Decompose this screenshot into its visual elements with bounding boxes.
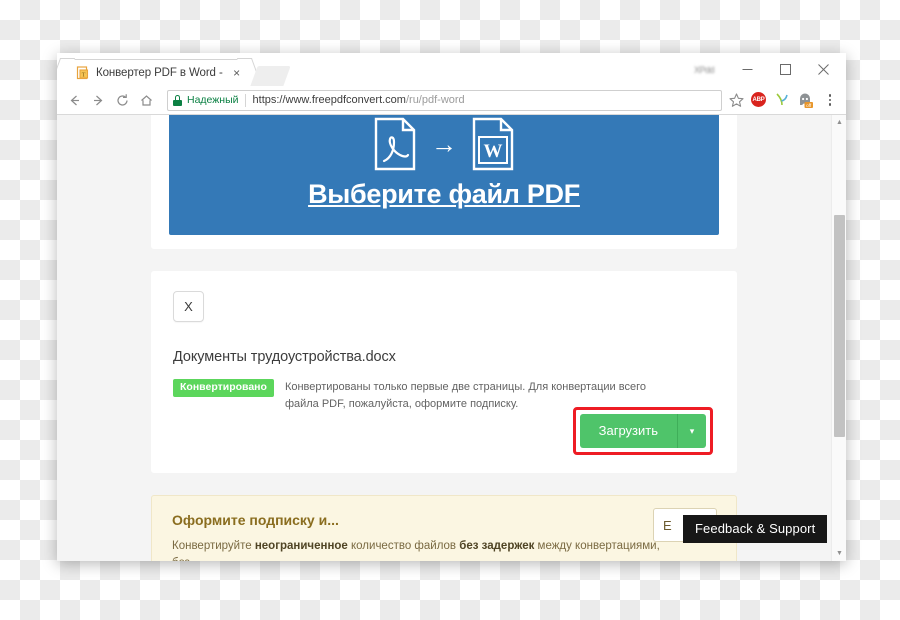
maximize-icon[interactable] — [766, 56, 804, 83]
browser-tab[interactable]: T Конвертер PDF в Word - × — [62, 59, 250, 86]
ghostery-icon[interactable]: off — [797, 92, 813, 108]
promo-description: Конвертируйте неограниченное количество … — [172, 538, 672, 561]
arrow-right-icon: → — [431, 129, 457, 159]
address-bar[interactable]: Надежный https://www.freepdfconvert.com/… — [167, 89, 722, 111]
download-highlight-box: Загрузить ▾ — [572, 407, 713, 455]
pdf-document-icon: T — [76, 66, 90, 80]
promo-text-part1: Конвертируйте — [172, 540, 255, 552]
translate-icon[interactable] — [774, 92, 790, 108]
feedback-support-tooltip[interactable]: Feedback & Support — [683, 515, 828, 543]
tab-close-icon[interactable]: × — [230, 66, 244, 80]
lock-icon — [173, 94, 182, 106]
forward-icon[interactable] — [87, 89, 110, 112]
download-button-group: Загрузить ▾ — [579, 414, 706, 448]
url-text: https://www.freepdfconvert.com/ru/pdf-wo… — [253, 94, 465, 106]
page-viewport: → W Выберите файл PDF X Документы трудоу… — [57, 115, 846, 561]
window-controls: XPdd — [694, 53, 846, 86]
format-conversion-icons: → W — [373, 117, 515, 171]
promo-title: Оформите подписку и... — [172, 512, 339, 528]
browser-window: T Конвертер PDF в Word - × XPdd Надежный… — [57, 53, 846, 561]
tab-title: Конвертер PDF в Word - — [96, 67, 223, 79]
word-file-icon: W — [471, 117, 515, 171]
web-page-content: → W Выберите файл PDF X Документы трудоу… — [57, 115, 831, 561]
url-host: https://www.freepdfconvert.com — [252, 94, 406, 106]
star-icon[interactable] — [728, 92, 745, 109]
svg-text:off: off — [806, 103, 812, 108]
subscription-promo-card: Оформите подписку и... Конвертируйте нео… — [151, 495, 737, 561]
scroll-up-arrow-icon[interactable]: ▲ — [832, 115, 846, 130]
file-name-label: Документы трудоустройства.docx — [173, 349, 396, 365]
back-icon[interactable] — [63, 89, 86, 112]
browser-titlebar: T Конвертер PDF в Word - × XPdd — [57, 53, 846, 86]
browser-toolbar: Надежный https://www.freepdfconvert.com/… — [57, 86, 846, 115]
pdf-file-icon — [373, 117, 417, 171]
promo-text-bold1: неограниченное — [254, 540, 348, 552]
remove-file-button[interactable]: X — [173, 291, 204, 322]
download-dropdown-caret-icon[interactable]: ▾ — [678, 414, 706, 448]
extension-icons: ABP off — [751, 91, 840, 109]
scrollbar-thumb[interactable] — [834, 215, 845, 437]
omnibox-separator — [244, 93, 246, 107]
blurred-watermark-label: XPdd — [693, 64, 715, 75]
adblock-plus-icon[interactable]: ABP — [751, 92, 767, 108]
select-file-banner[interactable]: → W Выберите файл PDF — [169, 115, 719, 235]
converted-file-card: X Документы трудоустройства.docx Конверт… — [151, 271, 737, 473]
home-icon[interactable] — [135, 89, 158, 112]
adblock-plus-label: ABP — [751, 92, 766, 107]
page-scrollbar[interactable]: ▲ ▼ — [831, 115, 846, 561]
url-path: /ru/pdf-word — [405, 94, 465, 106]
content-column: → W Выберите файл PDF X Документы трудоу… — [151, 115, 737, 561]
reload-icon[interactable] — [111, 89, 134, 112]
close-icon[interactable] — [804, 56, 842, 83]
three-dots-menu-icon[interactable] — [822, 91, 838, 109]
svg-text:W: W — [484, 141, 503, 162]
minimize-icon[interactable] — [728, 56, 766, 83]
security-status-label: Надежный — [187, 94, 239, 106]
scroll-down-arrow-icon[interactable]: ▼ — [832, 546, 846, 561]
svg-text:T: T — [82, 72, 86, 78]
download-button[interactable]: Загрузить — [579, 414, 678, 448]
select-file-link[interactable]: Выберите файл PDF — [308, 179, 580, 210]
new-tab-button[interactable] — [250, 66, 291, 86]
status-badge: Конвертировано — [173, 379, 274, 398]
promo-text-bold2: без задержек — [459, 540, 535, 552]
tab-strip: T Конвертер PDF в Word - × — [57, 53, 694, 86]
select-file-card: → W Выберите файл PDF — [151, 115, 737, 249]
promo-text-part2: количество файлов — [347, 540, 460, 552]
